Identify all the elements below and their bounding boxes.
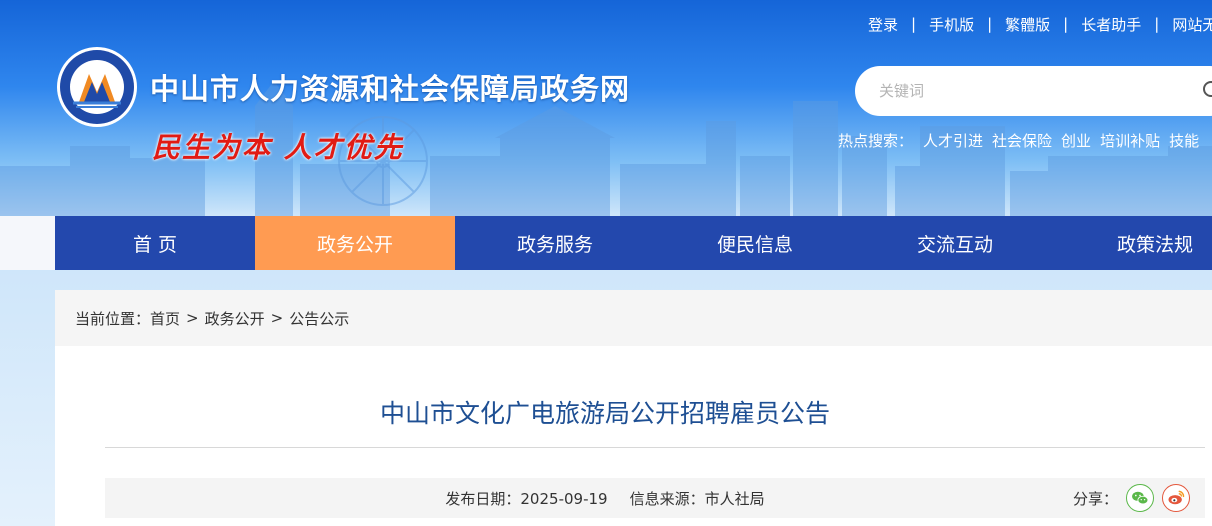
share-label: 分享：	[1073, 489, 1119, 508]
hot-search-item[interactable]: 技能	[1169, 130, 1199, 151]
search-icon[interactable]	[1201, 79, 1212, 103]
nav-item-convenience-info[interactable]: 便民信息	[655, 216, 855, 270]
search-box	[855, 66, 1212, 116]
nav-item-government-affairs-disclosure[interactable]: 政务公开	[255, 216, 455, 270]
article-title: 中山市文化广电旅游局公开招聘雇员公告	[379, 399, 830, 428]
nav-item-interaction[interactable]: 交流互动	[855, 216, 1055, 270]
nav-item-policies-regulations[interactable]: 政策法规	[1055, 216, 1212, 270]
nav-item-home[interactable]: 首 页	[55, 216, 255, 270]
hot-search-label: 热点搜索：	[838, 132, 914, 150]
accessibility-link[interactable]: 网站无	[1172, 14, 1212, 35]
breadcrumb-announcements-link[interactable]: 公告公示	[289, 308, 349, 329]
hot-search-bar: 热点搜索： 人才引进 社会保险 创业 培训补贴 技能	[838, 130, 1208, 151]
search-input[interactable]	[879, 82, 1179, 100]
breadcrumb-prefix: 当前位置：	[75, 309, 151, 328]
main-nav: 首 页 政务公开 政务服务 便民信息 交流互动 政策法规	[55, 216, 1212, 270]
hot-search-item[interactable]: 人才引进	[923, 130, 983, 151]
link-separator: |	[911, 15, 917, 33]
breadcrumb: 当前位置： 首页 > 政务公开 > 公告公示	[55, 290, 1212, 346]
site-slogan: 民生为本 人才优先	[152, 131, 404, 164]
share-weibo-button[interactable]	[1162, 484, 1191, 512]
breadcrumb-government-affairs-link[interactable]: 政务公开	[205, 308, 265, 329]
title-divider	[105, 447, 1205, 448]
info-source: 信息来源：市人社局	[629, 489, 765, 508]
article-container: 中山市文化广电旅游局公开招聘雇员公告 发布日期：2025-09-19 信息来源：…	[55, 346, 1212, 526]
share-wechat-button[interactable]	[1126, 484, 1155, 512]
nav-item-government-services[interactable]: 政务服务	[455, 216, 655, 270]
publish-date: 发布日期：2025-09-19	[445, 489, 608, 508]
hrss-emblem-logo	[57, 47, 137, 127]
article-meta-info: 发布日期：2025-09-19 信息来源：市人社局	[105, 478, 1105, 518]
elderly-assistant-link[interactable]: 长者助手	[1081, 14, 1141, 35]
mobile-version-link[interactable]: 手机版	[929, 14, 974, 35]
hot-search-item[interactable]: 培训补贴	[1100, 130, 1160, 151]
breadcrumb-home-link[interactable]: 首页	[150, 308, 180, 329]
link-separator: |	[1063, 15, 1069, 33]
wechat-icon	[1132, 491, 1149, 505]
hot-search-item[interactable]: 创业	[1061, 130, 1091, 151]
breadcrumb-separator: >	[270, 309, 284, 327]
weibo-icon	[1168, 490, 1185, 505]
link-separator: |	[1154, 15, 1160, 33]
site-title: 中山市人力资源和社会保障局政务网	[150, 72, 631, 106]
top-links-bar: 登录 | 手机版 | 繁體版 | 长者助手 | 网站无	[868, 13, 1212, 35]
breadcrumb-separator: >	[186, 309, 199, 327]
login-link[interactable]: 登录	[868, 14, 898, 35]
hot-search-item[interactable]: 社会保险	[992, 130, 1052, 151]
article-meta-bar: 发布日期：2025-09-19 信息来源：市人社局 分享：	[105, 478, 1205, 518]
site-header: 登录 | 手机版 | 繁體版 | 长者助手 | 网站无 中山市人力资源和社会保障…	[0, 0, 1212, 216]
share-bar: 分享：	[1073, 483, 1191, 513]
link-separator: |	[987, 15, 993, 33]
traditional-chinese-link[interactable]: 繁體版	[1005, 14, 1050, 35]
